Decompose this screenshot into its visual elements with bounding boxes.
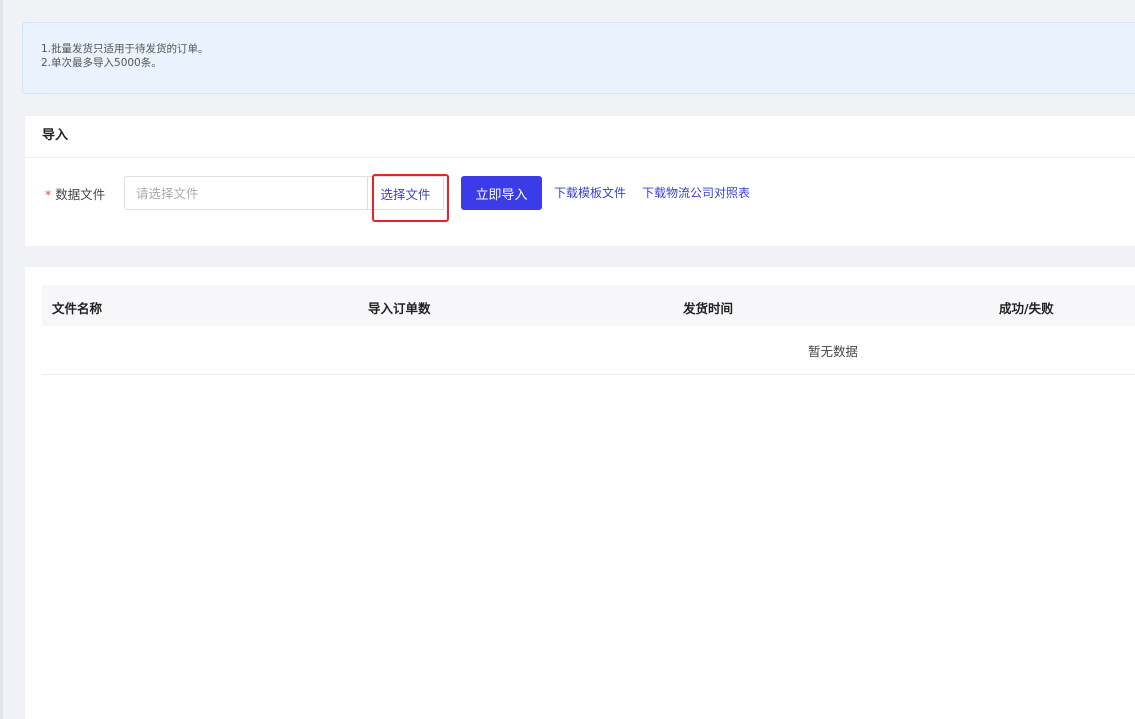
data-file-label: * 数据文件 [45, 184, 105, 203]
required-mark: * [45, 187, 52, 202]
import-section-title: 导入 [25, 116, 1135, 158]
notice-line-1: 1.批量发货只适用于待发货的订单。 [41, 43, 209, 55]
column-header-order-count: 导入订单数 [368, 301, 431, 316]
file-path-input[interactable] [124, 176, 368, 210]
import-card: 导入 *数据文件 选择文件 立即导入 下载模板文件 下载物流公司对照表 [25, 116, 1135, 246]
import-now-button[interactable]: 立即导入 [461, 176, 542, 210]
table-header: 文件名称 导入订单数 发货时间 成功/失败 [42, 285, 1135, 326]
download-logistics-table-link[interactable]: 下载物流公司对照表 [642, 184, 750, 201]
empty-state-text: 暂无数据 [808, 344, 859, 359]
notice-line-2: 2.单次最多导入5000条。 [41, 57, 162, 69]
notice-banner: 1.批量发货只适用于待发货的订单。 2.单次最多导入5000条。 [22, 22, 1135, 94]
choose-file-button[interactable]: 选择文件 [368, 176, 444, 210]
table-empty-row: 暂无数据 [42, 326, 1135, 375]
download-template-link[interactable]: 下载模板文件 [554, 184, 626, 201]
left-edge [0, 0, 3, 719]
column-header-file-name: 文件名称 [52, 301, 103, 316]
column-header-ship-time: 发货时间 [683, 301, 734, 316]
data-file-form-row: *数据文件 选择文件 立即导入 下载模板文件 下载物流公司对照表 [25, 174, 1135, 222]
import-history-table: 文件名称 导入订单数 发货时间 成功/失败 暂无数据 [25, 267, 1135, 719]
data-file-label-text: 数据文件 [55, 187, 106, 202]
column-header-success-fail: 成功/失败 [999, 301, 1054, 316]
